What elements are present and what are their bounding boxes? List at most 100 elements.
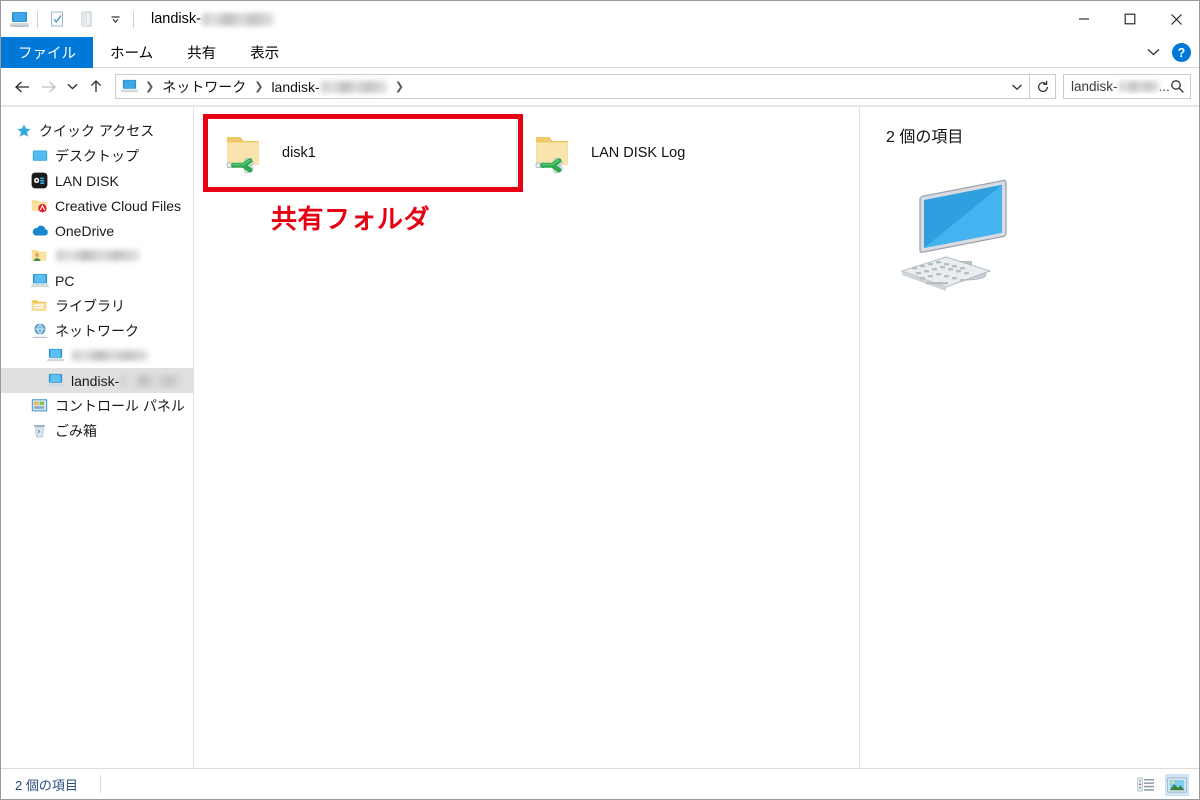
- recent-locations-chevron-icon[interactable]: [61, 74, 83, 100]
- file-tiles: disk1 LAN DISK Log: [194, 107, 859, 190]
- sidebar-item-label: landisk-: [71, 372, 120, 389]
- breadcrumb[interactable]: ❯ ネットワーク ❯ landisk- ❯: [115, 74, 1030, 99]
- search-value-suffix: ...: [1158, 79, 1170, 94]
- sidebar-item-onedrive[interactable]: OneDrive: [1, 218, 193, 243]
- search-value-prefix: landisk-: [1071, 79, 1118, 94]
- network-icon: [29, 321, 50, 341]
- help-button[interactable]: ?: [1172, 43, 1191, 62]
- search-input-value: landisk-...: [1071, 79, 1170, 94]
- breadcrumb-separator-3[interactable]: ❯: [390, 80, 409, 93]
- sidebar-item-landisk[interactable]: landisk-: [1, 368, 193, 393]
- sidebar-item-label: ライブラリ: [55, 297, 125, 314]
- control-panel-icon: [29, 396, 50, 416]
- sidebar-item-quick-access[interactable]: クイック アクセス: [1, 118, 193, 143]
- sidebar-item-label: LAN DISK: [55, 172, 119, 189]
- network-computer-icon: [10, 11, 29, 28]
- explorer-body: クイック アクセス デスクトップ LAN DISK Creative Cloud…: [1, 106, 1199, 768]
- close-button[interactable]: [1153, 1, 1199, 37]
- tab-share[interactable]: 共有: [170, 37, 233, 68]
- search-value-masked: [1118, 81, 1159, 92]
- sidebar-item-label: コントロール パネル: [55, 397, 185, 414]
- sidebar-item-network[interactable]: ネットワーク: [1, 318, 193, 343]
- sidebar-item-label: ごみ箱: [55, 422, 97, 439]
- details-view-button[interactable]: [1134, 774, 1158, 796]
- creative-cloud-folder-icon: [29, 196, 50, 216]
- ribbon-right-controls: ?: [1146, 37, 1191, 68]
- tab-view[interactable]: 表示: [233, 37, 296, 68]
- breadcrumb-separator-1[interactable]: ❯: [140, 80, 159, 93]
- sidebar-item-label: クイック アクセス: [39, 122, 155, 139]
- maximize-button[interactable]: [1107, 1, 1153, 37]
- sidebar-item-computer-masked[interactable]: [1, 343, 193, 368]
- annotation-label: 共有フォルダ: [271, 204, 431, 234]
- tab-home[interactable]: ホーム: [93, 37, 170, 68]
- window-controls: [1061, 1, 1199, 37]
- shared-folder-icon: [215, 123, 271, 183]
- properties-icon[interactable]: [47, 9, 67, 29]
- computer-icon: [45, 371, 66, 391]
- file-item-lan-disk-log[interactable]: LAN DISK Log: [517, 116, 827, 190]
- address-bar: ❯ ネットワーク ❯ landisk- ❯ landisk-...: [1, 68, 1199, 106]
- computer-icon: [45, 346, 66, 366]
- breadcrumb-dropdown-chevron-icon[interactable]: [1005, 75, 1029, 98]
- breadcrumb-network-icon: [121, 79, 138, 94]
- shared-folder-icon: [524, 123, 580, 183]
- breadcrumb-separator-2[interactable]: ❯: [249, 80, 268, 93]
- onedrive-icon: [29, 221, 50, 241]
- sidebar-item-label: デスクトップ: [55, 147, 139, 164]
- pc-icon: [29, 271, 50, 291]
- back-button[interactable]: [9, 74, 35, 100]
- star-icon: [13, 121, 34, 141]
- status-divider: [99, 775, 101, 793]
- sidebar-item-control-panel[interactable]: コントロール パネル: [1, 393, 193, 418]
- title-divider-2: [133, 10, 134, 28]
- navigation-pane: クイック アクセス デスクトップ LAN DISK Creative Cloud…: [1, 107, 194, 768]
- desktop-icon: [29, 146, 50, 166]
- tab-file[interactable]: ファイル: [1, 37, 93, 68]
- window-title: landisk-: [151, 11, 274, 27]
- sidebar-item-recycle-bin[interactable]: ごみ箱: [1, 418, 193, 443]
- sidebar-item-creative-cloud-files[interactable]: Creative Cloud Files: [1, 193, 193, 218]
- sidebar-item-label: OneDrive: [55, 222, 115, 239]
- recycle-bin-icon: [29, 421, 50, 441]
- window-title-masked: [201, 12, 274, 26]
- file-item-label: disk1: [282, 145, 316, 161]
- sidebar-item-user-folder[interactable]: [1, 243, 193, 268]
- search-input[interactable]: landisk-...: [1063, 74, 1191, 99]
- minimize-button[interactable]: [1061, 1, 1107, 37]
- status-item-count: 2 個の項目: [15, 777, 78, 793]
- lan-disk-icon: [29, 171, 50, 191]
- sidebar-item-lan-disk[interactable]: LAN DISK: [1, 168, 193, 193]
- search-icon[interactable]: [1170, 79, 1185, 94]
- details-pane: 2 個の項目: [859, 107, 1199, 768]
- sidebar-item-label: PC: [55, 272, 75, 289]
- sidebar-item-libraries[interactable]: ライブラリ: [1, 293, 193, 318]
- sidebar-item-label-masked: [72, 350, 148, 361]
- refresh-icon[interactable]: [1030, 74, 1056, 99]
- view-toggle-buttons: [1134, 769, 1189, 800]
- window-title-text: landisk-: [151, 11, 201, 27]
- file-explorer-window: landisk- ファイル ホーム 共有 表示 ? ❯ ネットワーク ❯ lan…: [0, 0, 1200, 800]
- file-item-disk1[interactable]: disk1: [207, 116, 517, 190]
- sidebar-item-desktop[interactable]: デスクトップ: [1, 143, 193, 168]
- new-folder-icon[interactable]: [76, 9, 96, 29]
- file-list-pane[interactable]: disk1 LAN DISK Log 共有フォルダ: [194, 107, 859, 768]
- sidebar-item-label-masked: [56, 250, 140, 261]
- quick-access-toolbar: [47, 9, 125, 29]
- sidebar-item-label-masked: [120, 374, 187, 387]
- file-item-label: LAN DISK Log: [591, 145, 686, 161]
- sidebar-item-pc[interactable]: PC: [1, 268, 193, 293]
- ribbon-tabs: ファイル ホーム 共有 表示 ?: [1, 37, 1199, 68]
- details-pane-title: 2 個の項目: [886, 129, 964, 146]
- library-icon: [29, 296, 50, 316]
- title-divider: [37, 10, 38, 28]
- forward-button[interactable]: [35, 74, 61, 100]
- breadcrumb-item-landisk-masked: [320, 80, 387, 93]
- breadcrumb-item-landisk[interactable]: landisk-: [268, 79, 389, 95]
- status-bar: 2 個の項目: [1, 768, 1199, 799]
- large-icons-view-button[interactable]: [1165, 773, 1189, 796]
- customize-qat-chevron-icon[interactable]: [105, 9, 125, 29]
- breadcrumb-item-network[interactable]: ネットワーク: [159, 77, 249, 97]
- up-button[interactable]: [83, 74, 109, 100]
- chevron-down-icon[interactable]: [1146, 44, 1161, 62]
